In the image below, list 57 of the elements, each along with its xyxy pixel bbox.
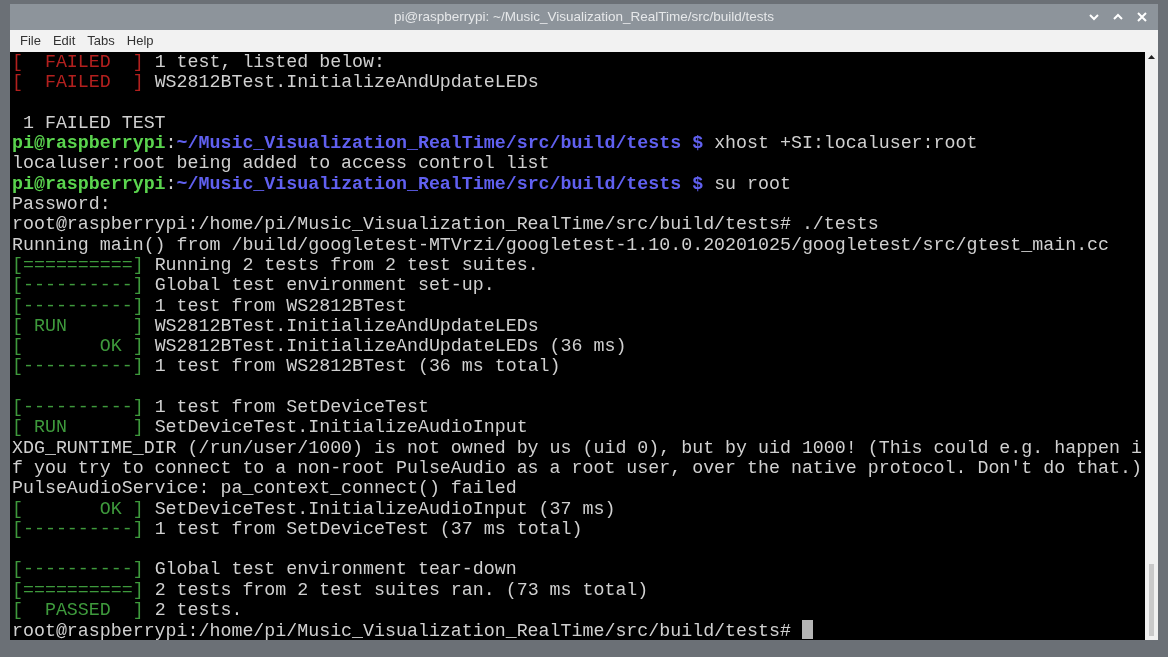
status-tag: [ RUN ]: [12, 315, 144, 336]
terminal-text: 2 tests.: [153, 600, 243, 620]
terminal-text: 1 test from WS2812BTest (36 ms total): [153, 356, 561, 377]
menu-item[interactable]: File: [14, 31, 47, 51]
prompt-path: ~/Music_Visualization_RealTime/src/build/tests $: [176, 173, 704, 194]
status-tag: [ OK ]: [12, 498, 144, 519]
chevron-up-icon: [1113, 13, 1123, 21]
menu-item[interactable]: Tabs: [81, 31, 121, 51]
terminal-text: f you try to connect to a non-root PulseAudio as a root user, over the native protocol. Don't do that.): [12, 457, 1142, 478]
terminal-text: PulseAudioService: pa_context_connect() failed: [12, 478, 517, 499]
terminal-text: WS2812BTest.InitializeAndUpdateLEDs: [153, 315, 539, 336]
window-title: pi@raspberrypi: ~/Music_Visualization_RealTime/src/build/tests: [393, 7, 775, 26]
terminal-text: WS2812BTest.InitializeAndUpdateLEDs: [153, 72, 539, 93]
terminal-text: SetDeviceTest.InitializeAudioInput (37 ms): [153, 498, 616, 519]
terminal-text: Running 2 tests from 2 test suites.: [153, 254, 539, 275]
status-tag: [ RUN ]: [12, 417, 144, 438]
failed-tag: [ FAILED ]: [12, 72, 144, 93]
close-icon: [1137, 12, 1147, 22]
terminal-text: SetDeviceTest.InitializeAudioInput: [153, 417, 528, 438]
status-tag: [ PASSED ]: [12, 600, 144, 620]
terminal-text: 1 FAILED TEST: [21, 112, 166, 133]
terminal-text: 1 test, listed below:: [153, 52, 385, 72]
terminal-text: xhost +SI:localuser:root: [713, 133, 978, 154]
terminal-text: 1 test from SetDeviceTest (37 ms total): [153, 518, 583, 539]
prompt-user: pi@raspberrypi: [12, 173, 166, 194]
terminal-text: localuser:root being added to access control list: [12, 153, 550, 174]
terminal-text: Password:: [12, 194, 111, 215]
status-tag: [==========]: [12, 579, 144, 600]
terminal-text: root@raspberrypi:/home/pi/Music_Visualization_RealTime/src/build/tests# ./tests: [12, 214, 879, 235]
terminal-text: WS2812BTest.InitializeAndUpdateLEDs (36 ms): [153, 336, 627, 357]
terminal-text: :: [165, 133, 177, 154]
status-tag: [----------]: [12, 518, 144, 539]
scrollbar[interactable]: [1145, 52, 1158, 640]
failed-tag: [ FAILED ]: [12, 52, 144, 72]
menu-item[interactable]: Help: [120, 31, 160, 51]
terminal-text: 1 test from SetDeviceTest: [153, 397, 429, 418]
terminal-text: XDG_RUNTIME_DIR (/run/user/1000) is not owned by us (uid 0), but by uid 1000! (This could e.g. happen i: [12, 437, 1142, 458]
terminal-text: Running main() from /build/googletest-MTVrzi/googletest-1.10.0.20201025/googletest/src/gtest_main.cc: [12, 234, 1110, 255]
status-tag: [----------]: [12, 275, 144, 296]
prompt-user: pi@raspberrypi: [12, 133, 166, 154]
terminal-text: 2 tests from 2 test suites ran. (73 ms total): [153, 579, 649, 600]
prompt-path: ~/Music_Visualization_RealTime/src/build/tests $: [176, 133, 704, 154]
terminal-text: root@raspberrypi:/home/pi/Music_Visualization_RealTime/src/build/tests#: [12, 621, 792, 642]
menu-item[interactable]: Edit: [46, 31, 82, 51]
status-tag: [----------]: [12, 295, 144, 316]
status-tag: [----------]: [12, 356, 144, 377]
scrollbar-thumb[interactable]: [1149, 564, 1154, 636]
terminal-text: su root: [713, 173, 791, 194]
terminal-text: Global test environment tear-down: [153, 559, 517, 580]
terminal-text: :: [165, 173, 177, 194]
chevron-down-icon: [1089, 13, 1099, 21]
terminal-text: Global test environment set-up.: [153, 275, 495, 296]
status-tag: [----------]: [12, 397, 144, 418]
status-tag: [ OK ]: [12, 336, 144, 357]
terminal-text: 1 test from WS2812BTest: [153, 295, 407, 316]
status-tag: [==========]: [12, 254, 144, 275]
status-tag: [----------]: [12, 559, 144, 580]
